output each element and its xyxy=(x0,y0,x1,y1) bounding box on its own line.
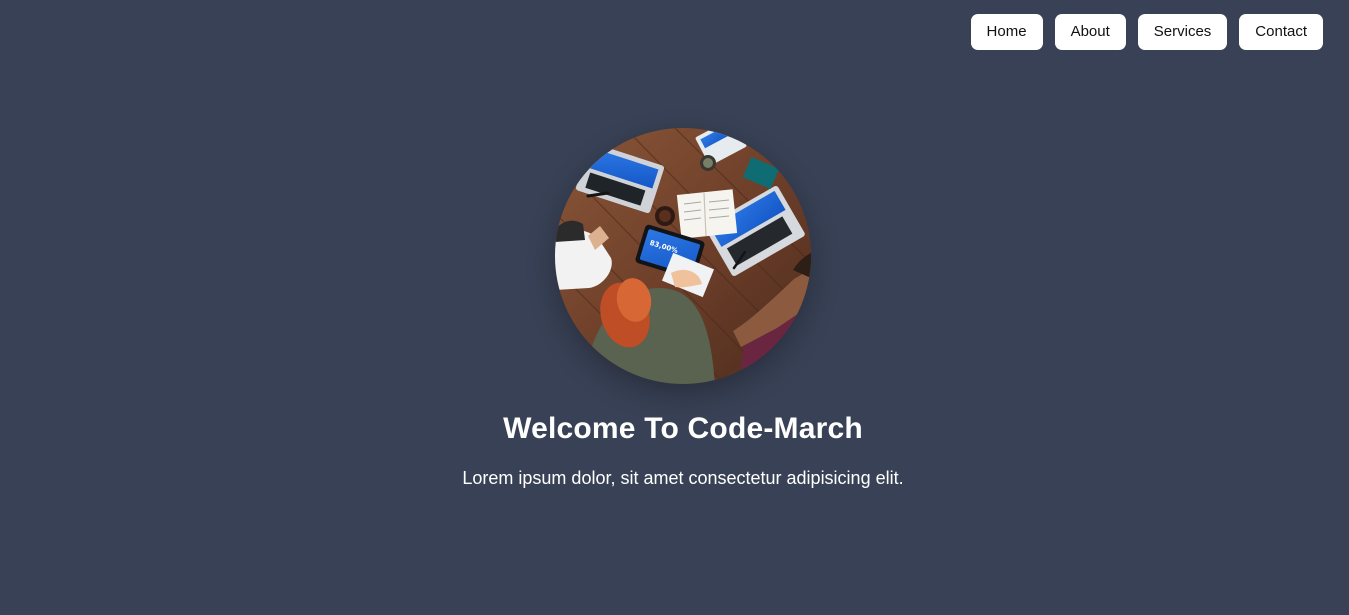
notebook-icon xyxy=(676,189,738,239)
plant-cup-icon xyxy=(700,155,716,171)
hero-subtitle: Lorem ipsum dolor, sit amet consectetur … xyxy=(462,468,904,488)
landing-page: Home About Services Contact 83,00% Welco… xyxy=(0,0,1349,615)
team-meeting-photo-icon: 83,00% xyxy=(555,128,811,384)
hero-title: Welcome To Code-March xyxy=(503,412,863,445)
hero-section: 83,00% Welcome To Code-March Lorem ipsum… xyxy=(0,0,1349,615)
team-meeting-illustration: 83,00% xyxy=(555,128,811,384)
coffee-cup-icon xyxy=(655,206,675,226)
person-left-icon xyxy=(555,220,612,290)
